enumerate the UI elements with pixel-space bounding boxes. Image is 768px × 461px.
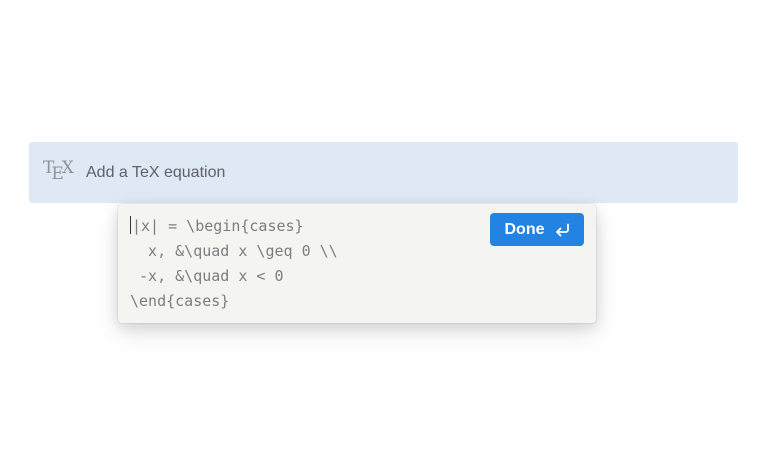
code-line-text: |x| = \begin{cases} (132, 217, 304, 235)
code-line-text: -x, &\quad x < 0 (130, 267, 284, 285)
text-caret (130, 216, 131, 234)
enter-icon (554, 223, 570, 237)
code-line: -x, &\quad x < 0 (130, 264, 490, 289)
tex-editor-popup: |x| = \begin{cases} x, &\quad x \geq 0 \… (118, 204, 596, 323)
equation-placeholder[interactable]: Add a TeX equation (86, 163, 225, 183)
done-button-label: Done (504, 220, 545, 238)
code-line-text: \end{cases} (130, 292, 230, 310)
code-line-text: x, &\quad x \geq 0 \\ (130, 242, 338, 260)
code-line: x, &\quad x \geq 0 \\ (130, 239, 490, 264)
code-line: \end{cases} (130, 289, 490, 314)
done-button[interactable]: Done (490, 213, 584, 246)
code-line: |x| = \begin{cases} (130, 214, 490, 239)
tex-code-input[interactable]: |x| = \begin{cases} x, &\quad x \geq 0 \… (130, 214, 490, 314)
page: T E X Add a TeX equation |x| = \begin{ca… (0, 0, 768, 461)
tex-logo-icon: T E X (43, 160, 74, 186)
tex-logo-letter-e: E (51, 164, 64, 184)
